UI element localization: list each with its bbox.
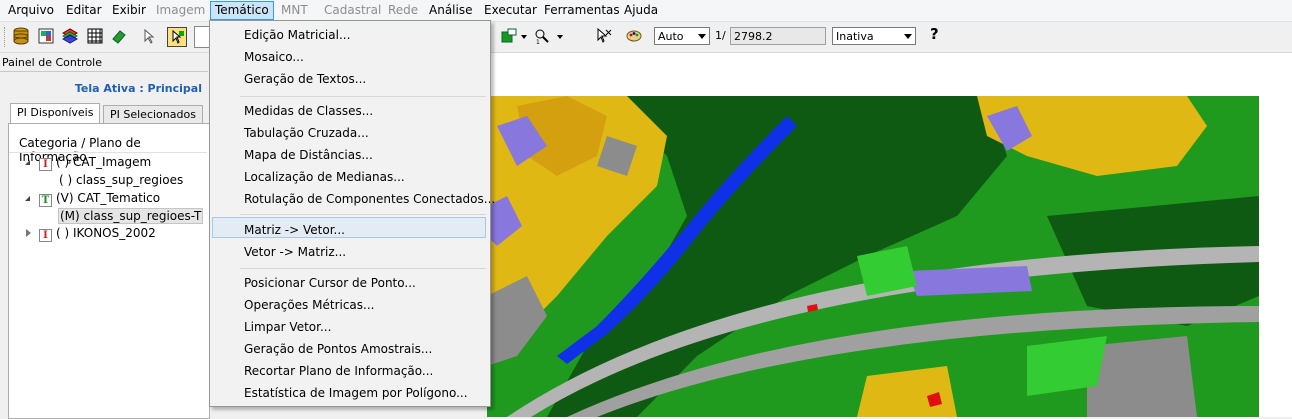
tree-item-class-sup-regioes-t[interactable]: (M) class_sup_regioes-T: [58, 208, 204, 224]
menu-separator: [240, 268, 486, 269]
tree-item-cat-imagem[interactable]: I ( ) CAT_Imagem: [39, 155, 151, 171]
menu-item-edicao-matricial[interactable]: Edição Matricial...: [244, 28, 350, 42]
thematic-map[interactable]: [487, 96, 1259, 417]
tree-item-label: ( ) CAT_Imagem: [56, 155, 152, 169]
menu-item-mosaico[interactable]: Mosaico...: [244, 50, 304, 64]
svg-text:1: 1: [536, 39, 540, 45]
menu-item-estatistica-imagem[interactable]: Estatística de Imagem por Polígono...: [244, 386, 468, 400]
menu-arquivo[interactable]: Arquivo: [4, 2, 58, 19]
eraser-icon[interactable]: [110, 27, 128, 45]
state-select[interactable]: Inativa: [832, 27, 916, 45]
menu-executar[interactable]: Executar: [480, 2, 541, 19]
menu-item-posicionar-cursor[interactable]: Posicionar Cursor de Ponto...: [244, 276, 416, 290]
menu-imagem[interactable]: Imagem: [152, 2, 209, 19]
zoom-mode-select[interactable]: Auto: [654, 27, 710, 45]
panel-divider: [0, 71, 208, 72]
image-category-icon: I: [39, 229, 52, 242]
toolbar-partial-button[interactable]: [194, 26, 209, 48]
tree-item-label: ( ) class_sup_regioes: [59, 173, 184, 187]
chevron-down-icon: [904, 34, 912, 39]
cursor-icon[interactable]: [140, 27, 158, 45]
menu-item-matriz-vetor[interactable]: Matriz -> Vetor...: [244, 223, 345, 237]
tree-item-ikonos-2002[interactable]: I ( ) IKONOS_2002: [39, 226, 156, 242]
menu-exibir[interactable]: Exibir: [108, 2, 150, 19]
image-category-icon: I: [39, 158, 52, 171]
menu-item-operacoes-metricas[interactable]: Operações Métricas...: [244, 298, 374, 312]
menu-tematico[interactable]: Temático: [210, 1, 274, 20]
toolbar-grip: [4, 27, 7, 47]
menu-item-tabulacao-cruzada[interactable]: Tabulação Cruzada...: [244, 126, 369, 140]
map-purple-region: [907, 266, 1032, 296]
control-panel: Painel de Controle Tela Ativa : Principa…: [0, 53, 210, 419]
image-layer-icon[interactable]: [37, 27, 55, 45]
expander-open-icon[interactable]: [25, 196, 30, 201]
layer-tree: Categoria / Plano de Informação I( ) CAT…: [8, 123, 210, 419]
palette-icon[interactable]: [625, 27, 643, 45]
expander-open-icon[interactable]: [25, 160, 30, 165]
menu-analise[interactable]: Análise: [425, 2, 476, 19]
zoom-mode-value: Auto: [658, 30, 684, 43]
toolbar: 1 Auto 1/ 2798.2 Inativa ?: [0, 22, 1292, 53]
active-view-label: Tela Ativa : Principal: [74, 82, 202, 95]
menu-separator: [240, 214, 486, 215]
menubar: Arquivo Editar Exibir Imagem Temático MN…: [0, 0, 1292, 22]
scale-prefix: 1/: [715, 29, 726, 42]
menu-item-limpar-vetor[interactable]: Limpar Vetor...: [244, 320, 331, 334]
dropdown-arrow-icon[interactable]: [557, 35, 563, 39]
menu-mnt[interactable]: MNT: [277, 2, 312, 19]
tematico-menu: Edição Matricial... Mosaico... Geração d…: [209, 20, 495, 407]
tab-pi-selecionados[interactable]: PI Selecionados: [103, 105, 203, 124]
tree-item-label: (V) CAT_Tematico: [56, 191, 161, 205]
dropdown-arrow-icon[interactable]: [521, 35, 527, 39]
tree-header-divider: [9, 152, 207, 153]
menu-rede[interactable]: Rede: [384, 2, 422, 19]
info-cursor-icon[interactable]: [167, 27, 187, 47]
select-cursor-icon[interactable]: [595, 27, 613, 45]
chevron-down-icon: [698, 34, 706, 39]
tree-item-label: (M) class_sup_regioes-T: [60, 209, 202, 223]
scale-input[interactable]: 2798.2: [730, 27, 826, 45]
tree-item-label: ( ) IKONOS_2002: [56, 226, 156, 240]
menu-editar[interactable]: Editar: [62, 2, 106, 19]
menu-item-geracao-pontos[interactable]: Geração de Pontos Amostrais...: [244, 342, 432, 356]
tree-item-class-sup-regioes[interactable]: ( ) class_sup_regioes: [59, 173, 183, 187]
green-layer-icon[interactable]: [500, 27, 518, 45]
menu-ferramentas[interactable]: Ferramentas: [540, 2, 624, 19]
tree-item-cat-tematico[interactable]: T (V) CAT_Tematico: [39, 191, 160, 207]
grid-icon[interactable]: [86, 27, 104, 45]
database-icon[interactable]: [12, 27, 30, 45]
state-value: Inativa: [836, 30, 874, 43]
panel-title: Painel de Controle: [2, 56, 103, 69]
menu-item-rotulacao-componentes[interactable]: Rotulação de Componentes Conectados...: [244, 192, 495, 206]
menu-item-mapa-distancias[interactable]: Mapa de Distâncias...: [244, 148, 373, 162]
question-mark-icon[interactable]: ?: [930, 25, 939, 43]
menu-item-localizacao-medianas[interactable]: Localização de Medianas...: [244, 170, 405, 184]
scale-value: 2798.2: [734, 30, 773, 43]
zoom-icon[interactable]: 1: [533, 27, 551, 45]
layers-icon[interactable]: [61, 27, 79, 45]
menu-item-vetor-matriz[interactable]: Vetor -> Matriz...: [244, 245, 346, 259]
menu-cadastral[interactable]: Cadastral: [320, 2, 385, 19]
menu-ajuda[interactable]: Ajuda: [620, 2, 662, 19]
thematic-category-icon: T: [39, 194, 52, 207]
menu-item-geracao-textos[interactable]: Geração de Textos...: [244, 72, 366, 86]
menu-separator: [240, 96, 486, 97]
menu-item-recortar-plano[interactable]: Recortar Plano de Informação...: [244, 364, 433, 378]
expander-closed-icon[interactable]: [26, 229, 31, 237]
menu-item-medidas-classes[interactable]: Medidas de Classes...: [244, 104, 373, 118]
tab-pi-disponiveis[interactable]: PI Disponíveis: [10, 103, 101, 124]
